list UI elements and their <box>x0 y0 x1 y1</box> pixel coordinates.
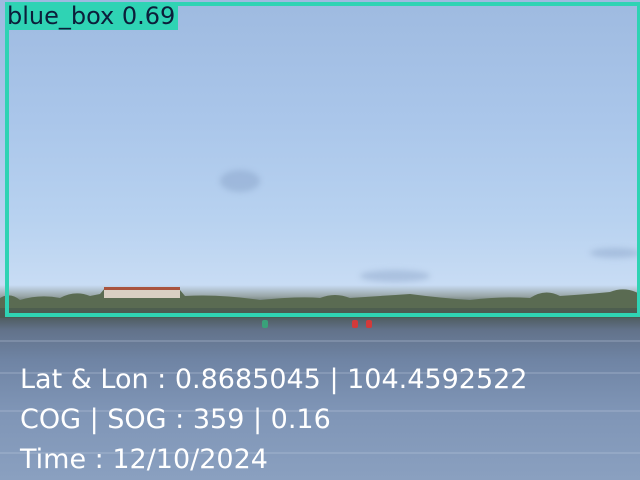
cog-sog-readout: COG | SOG : 359 | 0.16 <box>20 404 331 435</box>
camera-frame: blue_box 0.69 Lat & Lon : 0.8685045 | 10… <box>0 0 640 480</box>
time-readout: Time : 12/10/2024 <box>20 444 268 475</box>
green-buoy <box>262 320 268 328</box>
red-buoy <box>366 320 372 328</box>
lat-lon-readout: Lat & Lon : 0.8685045 | 104.4592522 <box>20 364 528 395</box>
water-ripple <box>0 340 640 342</box>
detection-bounding-box <box>5 2 640 317</box>
red-buoy <box>352 320 358 328</box>
detection-label: blue_box 0.69 <box>5 2 179 30</box>
